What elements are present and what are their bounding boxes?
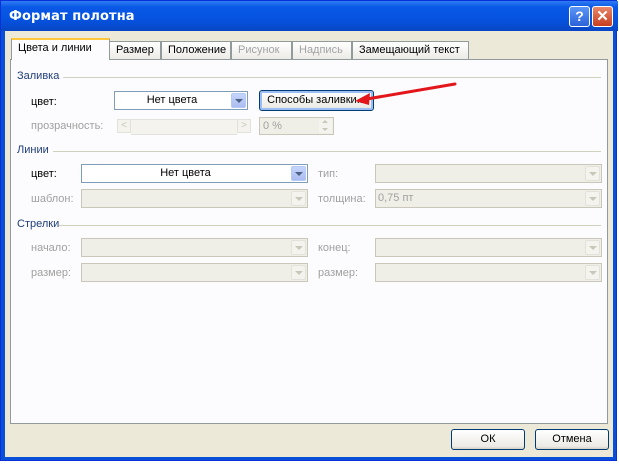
annotation-arrow-icon: [355, 82, 457, 105]
tab-colors-and-lines[interactable]: Цвета и линии: [11, 38, 110, 60]
tab-label: Цвета и линии: [18, 42, 92, 54]
